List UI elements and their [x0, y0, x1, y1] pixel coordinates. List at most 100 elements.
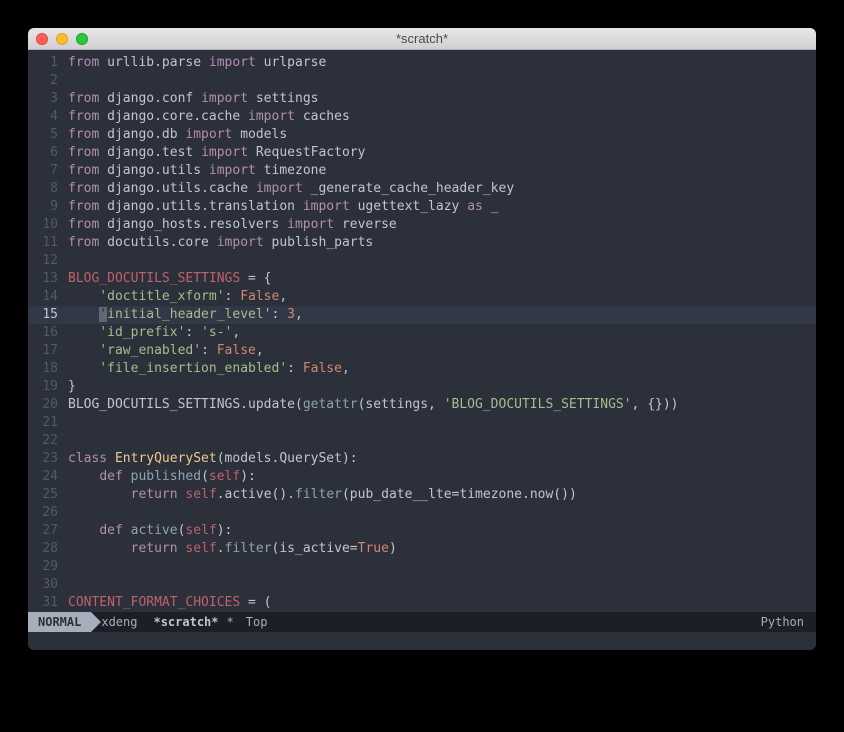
line-number: 3 [28, 90, 66, 108]
code-line[interactable]: 19} [28, 378, 816, 396]
line-number: 27 [28, 522, 66, 540]
code-content[interactable] [66, 432, 816, 450]
code-line[interactable]: 20BLOG_DOCUTILS_SETTINGS.update(getattr(… [28, 396, 816, 414]
code-content[interactable]: from docutils.core import publish_parts [66, 234, 816, 252]
line-number: 6 [28, 144, 66, 162]
code-content[interactable]: from django.utils.translation import uge… [66, 198, 816, 216]
code-content[interactable] [66, 252, 816, 270]
code-line[interactable]: 24 def published(self): [28, 468, 816, 486]
code-line[interactable]: 27 def active(self): [28, 522, 816, 540]
line-number: 19 [28, 378, 66, 396]
code-content[interactable]: from django.db import models [66, 126, 816, 144]
line-number: 24 [28, 468, 66, 486]
code-content[interactable]: BLOG_DOCUTILS_SETTINGS.update(getattr(se… [66, 396, 816, 414]
modeline-buffer: *scratch* [147, 615, 224, 629]
line-number: 11 [28, 234, 66, 252]
code-line[interactable]: 6from django.test import RequestFactory [28, 144, 816, 162]
line-number: 22 [28, 432, 66, 450]
code-content[interactable]: from urllib.parse import urlparse [66, 54, 816, 72]
code-content[interactable]: return self.filter(is_active=True) [66, 540, 816, 558]
code-content[interactable]: } [66, 378, 816, 396]
line-number: 16 [28, 324, 66, 342]
editor-window: *scratch* 1from urllib.parse import urlp… [28, 28, 816, 650]
code-line[interactable]: 12 [28, 252, 816, 270]
code-line[interactable]: 7from django.utils import timezone [28, 162, 816, 180]
code-content[interactable] [66, 558, 816, 576]
code-content[interactable]: 'file_insertion_enabled': False, [66, 360, 816, 378]
code-content[interactable]: def published(self): [66, 468, 816, 486]
code-content[interactable]: from django.utils import timezone [66, 162, 816, 180]
code-line[interactable]: 11from docutils.core import publish_part… [28, 234, 816, 252]
code-line[interactable]: 8from django.utils.cache import _generat… [28, 180, 816, 198]
code-content[interactable]: BLOG_DOCUTILS_SETTINGS = { [66, 270, 816, 288]
line-number: 28 [28, 540, 66, 558]
code-line[interactable]: 26 [28, 504, 816, 522]
code-line[interactable]: 1from urllib.parse import urlparse [28, 54, 816, 72]
code-content[interactable] [66, 504, 816, 522]
line-number: 1 [28, 54, 66, 72]
line-number: 17 [28, 342, 66, 360]
code-line[interactable]: 17 'raw_enabled': False, [28, 342, 816, 360]
line-number: 4 [28, 108, 66, 126]
line-number: 5 [28, 126, 66, 144]
code-editor[interactable]: 1from urllib.parse import urlparse23from… [28, 50, 816, 612]
code-line[interactable]: 10from django_hosts.resolvers import rev… [28, 216, 816, 234]
code-line[interactable]: 2 [28, 72, 816, 90]
code-line[interactable]: 22 [28, 432, 816, 450]
code-line[interactable]: 3from django.conf import settings [28, 90, 816, 108]
line-number: 12 [28, 252, 66, 270]
line-number: 23 [28, 450, 66, 468]
code-content[interactable]: 'id_prefix': 's-', [66, 324, 816, 342]
vim-mode-indicator: NORMAL [28, 612, 91, 632]
code-content[interactable]: from django.utils.cache import _generate… [66, 180, 816, 198]
code-content[interactable]: return self.active().filter(pub_date__lt… [66, 486, 816, 504]
code-content[interactable]: def active(self): [66, 522, 816, 540]
line-number: 14 [28, 288, 66, 306]
titlebar[interactable]: *scratch* [28, 28, 816, 50]
code-content[interactable] [66, 576, 816, 594]
code-content[interactable]: 'raw_enabled': False, [66, 342, 816, 360]
line-number: 26 [28, 504, 66, 522]
code-line[interactable]: 15 'initial_header_level': 3, [28, 306, 816, 324]
code-line[interactable]: 28 return self.filter(is_active=True) [28, 540, 816, 558]
line-number: 10 [28, 216, 66, 234]
line-number: 18 [28, 360, 66, 378]
code-content[interactable] [66, 72, 816, 90]
code-line[interactable]: 9from django.utils.translation import ug… [28, 198, 816, 216]
line-number: 31 [28, 594, 66, 612]
code-line[interactable]: 23class EntryQuerySet(models.QuerySet): [28, 450, 816, 468]
code-content[interactable]: from django_hosts.resolvers import rever… [66, 216, 816, 234]
code-content[interactable]: 'initial_header_level': 3, [66, 306, 816, 324]
modeline-modified: * [225, 615, 236, 629]
line-number: 13 [28, 270, 66, 288]
code-line[interactable]: 4from django.core.cache import caches [28, 108, 816, 126]
window-title: *scratch* [28, 31, 816, 46]
line-number: 25 [28, 486, 66, 504]
code-line[interactable]: 29 [28, 558, 816, 576]
line-number: 20 [28, 396, 66, 414]
code-content[interactable]: 'doctitle_xform': False, [66, 288, 816, 306]
code-content[interactable]: from django.conf import settings [66, 90, 816, 108]
code-line[interactable]: 18 'file_insertion_enabled': False, [28, 360, 816, 378]
code-line[interactable]: 30 [28, 576, 816, 594]
minibuffer[interactable] [28, 632, 816, 650]
line-number: 7 [28, 162, 66, 180]
code-line[interactable]: 5from django.db import models [28, 126, 816, 144]
code-content[interactable]: class EntryQuerySet(models.QuerySet): [66, 450, 816, 468]
code-line[interactable]: 16 'id_prefix': 's-', [28, 324, 816, 342]
modeline-major-mode: Python [761, 615, 816, 629]
line-number: 8 [28, 180, 66, 198]
code-content[interactable] [66, 414, 816, 432]
code-line[interactable]: 21 [28, 414, 816, 432]
line-number: 9 [28, 198, 66, 216]
code-line[interactable]: 14 'doctitle_xform': False, [28, 288, 816, 306]
code-content[interactable]: CONTENT_FORMAT_CHOICES = ( [66, 594, 816, 612]
line-number: 30 [28, 576, 66, 594]
line-number: 21 [28, 414, 66, 432]
code-content[interactable]: from django.test import RequestFactory [66, 144, 816, 162]
code-line[interactable]: 25 return self.active().filter(pub_date_… [28, 486, 816, 504]
code-line[interactable]: 13BLOG_DOCUTILS_SETTINGS = { [28, 270, 816, 288]
code-content[interactable]: from django.core.cache import caches [66, 108, 816, 126]
line-number: 29 [28, 558, 66, 576]
code-line[interactable]: 31CONTENT_FORMAT_CHOICES = ( [28, 594, 816, 612]
